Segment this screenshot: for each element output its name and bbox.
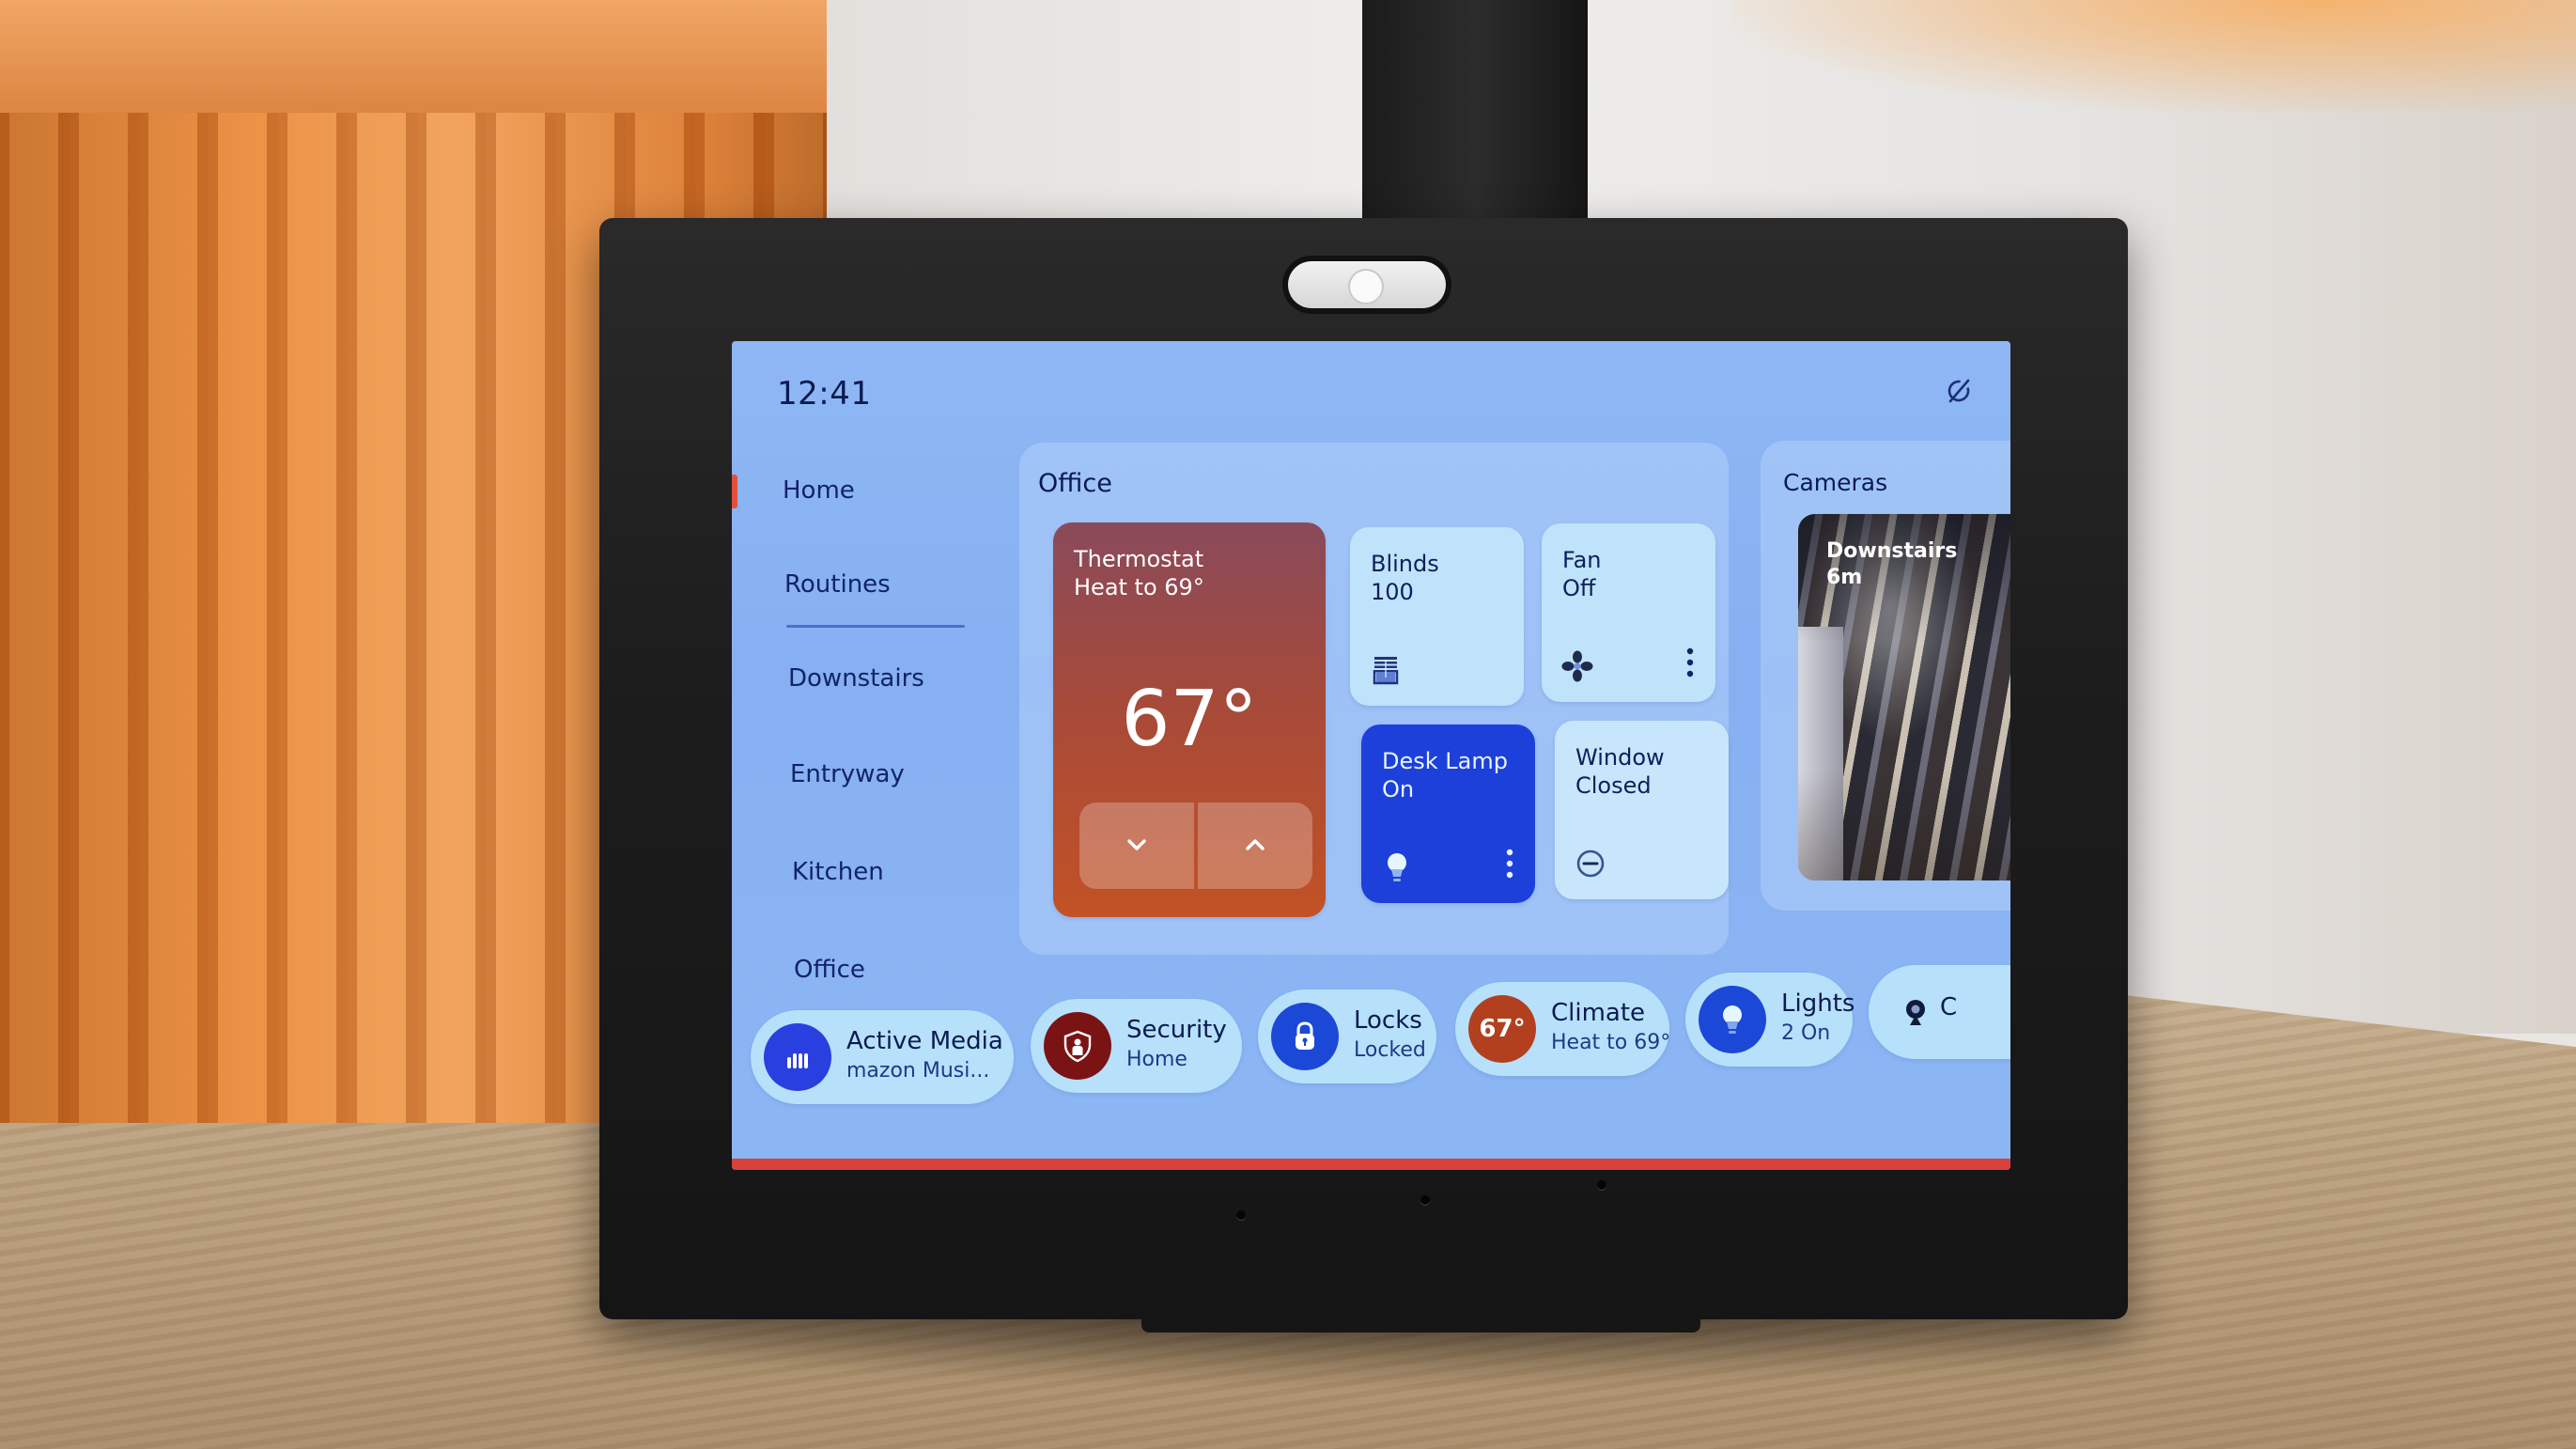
lightbulb-icon bbox=[1723, 1005, 1742, 1034]
cameras-group: Cameras Downstairs 6m bbox=[1761, 441, 2010, 911]
microphone-hole bbox=[1420, 1195, 1430, 1205]
background-post bbox=[1362, 0, 1588, 226]
fan-icon bbox=[1561, 650, 1593, 682]
chevron-up-icon bbox=[1246, 839, 1265, 850]
screen-bottom-edge bbox=[732, 1159, 2010, 1170]
sidebar-item-kitchen[interactable]: Kitchen bbox=[792, 858, 884, 886]
more-options-icon[interactable] bbox=[1685, 646, 1695, 679]
camera-feed-downstairs[interactable]: Downstairs 6m bbox=[1798, 514, 2010, 880]
active-media-title: Active Media bbox=[846, 1027, 1003, 1055]
vase-rim bbox=[0, 0, 827, 113]
equalizer-icon bbox=[787, 1053, 808, 1068]
camera-lens-icon bbox=[1350, 271, 1382, 303]
fan-state: Off bbox=[1562, 575, 1596, 601]
lamp-glow bbox=[1730, 0, 2576, 113]
blinds-tile[interactable]: Blinds 100 bbox=[1350, 527, 1524, 706]
window-name: Window bbox=[1575, 744, 1665, 771]
cameras-group-title: Cameras bbox=[1783, 469, 1888, 496]
thermostat-controls bbox=[1079, 802, 1312, 889]
thermostat-setpoint: Heat to 69° bbox=[1074, 574, 1204, 600]
desk-lamp-state: On bbox=[1382, 776, 1415, 802]
padlock-icon bbox=[1296, 1021, 1314, 1050]
camera-name: Downstairs bbox=[1826, 539, 1958, 563]
camera-age: 6m bbox=[1826, 566, 1863, 589]
microphone-hole bbox=[1236, 1210, 1246, 1220]
security-title: Security bbox=[1126, 1016, 1227, 1044]
locks-title: Locks bbox=[1354, 1006, 1422, 1035]
climate-pill[interactable]: 67° Climate Heat to 69° bbox=[1455, 982, 1671, 1076]
desk-lamp-name: Desk Lamp bbox=[1382, 748, 1508, 774]
climate-title: Climate bbox=[1551, 999, 1646, 1027]
office-group: Office Thermostat Heat to 69° 67° Blinds… bbox=[1019, 443, 1729, 955]
sidebar-item-downstairs[interactable]: Downstairs bbox=[788, 664, 924, 693]
security-subtitle: Home bbox=[1126, 1048, 1187, 1071]
fan-tile[interactable]: Fan Off bbox=[1542, 523, 1715, 702]
active-media-subtitle: mazon Musi... bbox=[846, 1059, 990, 1083]
thermostat-current-temp: 67° bbox=[1121, 675, 1258, 764]
climate-current-temp: 67° bbox=[1479, 1015, 1526, 1043]
microphone-hole bbox=[1597, 1180, 1606, 1190]
sidebar-active-indicator bbox=[732, 475, 737, 508]
climate-temp-badge: 67° bbox=[1468, 995, 1536, 1063]
webcam-icon bbox=[1906, 1000, 1925, 1025]
minus-circle-icon bbox=[1576, 849, 1605, 878]
do-not-disturb-icon[interactable] bbox=[1945, 377, 1973, 405]
blinds-icon bbox=[1373, 657, 1399, 685]
lights-subtitle: 2 On bbox=[1781, 1021, 1831, 1045]
climate-subtitle: Heat to 69° bbox=[1551, 1031, 1671, 1054]
lights-title: Lights bbox=[1781, 989, 1855, 1018]
sidebar-item-routines[interactable]: Routines bbox=[784, 570, 891, 599]
blinds-name: Blinds bbox=[1371, 551, 1439, 577]
lightbulb-icon bbox=[1388, 853, 1406, 881]
thermostat-tile[interactable]: Thermostat Heat to 69° 67° bbox=[1053, 522, 1326, 917]
lights-pill[interactable]: Lights 2 On bbox=[1685, 973, 1855, 1067]
shield-person-icon bbox=[1063, 1030, 1092, 1063]
blinds-state: 100 bbox=[1371, 579, 1414, 605]
decrease-temp-button[interactable] bbox=[1079, 802, 1194, 889]
desk-lamp-tile[interactable]: Desk Lamp On bbox=[1361, 724, 1535, 903]
active-media-icon-badge bbox=[764, 1023, 831, 1091]
camera-feed-label: Downstairs 6m bbox=[1826, 538, 1957, 591]
sidebar-item-entryway[interactable]: Entryway bbox=[790, 760, 905, 788]
chevron-down-icon bbox=[1127, 839, 1146, 850]
thermostat-name: Thermostat bbox=[1074, 546, 1204, 572]
sidebar-item-office[interactable]: Office bbox=[794, 956, 865, 984]
locks-subtitle: Locked bbox=[1354, 1038, 1426, 1062]
locks-icon-badge bbox=[1271, 1003, 1339, 1070]
security-icon-badge bbox=[1044, 1012, 1111, 1080]
clock: 12:41 bbox=[777, 375, 872, 413]
window-tile[interactable]: Window Closed bbox=[1555, 721, 1729, 899]
office-group-title: Office bbox=[1038, 469, 1112, 498]
sidebar-item-home[interactable]: Home bbox=[783, 476, 855, 505]
active-media-pill[interactable]: Active Media mazon Musi... bbox=[751, 1010, 1014, 1104]
more-options-icon[interactable] bbox=[1505, 847, 1514, 880]
cameras-pill[interactable]: C bbox=[1869, 965, 2010, 1059]
locks-pill[interactable]: Locks Locked bbox=[1258, 989, 1436, 1083]
security-pill[interactable]: Security Home bbox=[1031, 999, 1242, 1093]
fan-name: Fan bbox=[1562, 547, 1602, 573]
window-state: Closed bbox=[1575, 772, 1652, 799]
sidebar-divider bbox=[786, 625, 965, 628]
increase-temp-button[interactable] bbox=[1198, 802, 1312, 889]
cameras-pill-title: C bbox=[1940, 993, 1958, 1021]
device-screen: 12:41 Home Routines Downstairs Entryway … bbox=[732, 341, 2010, 1170]
lights-icon-badge bbox=[1699, 986, 1766, 1053]
